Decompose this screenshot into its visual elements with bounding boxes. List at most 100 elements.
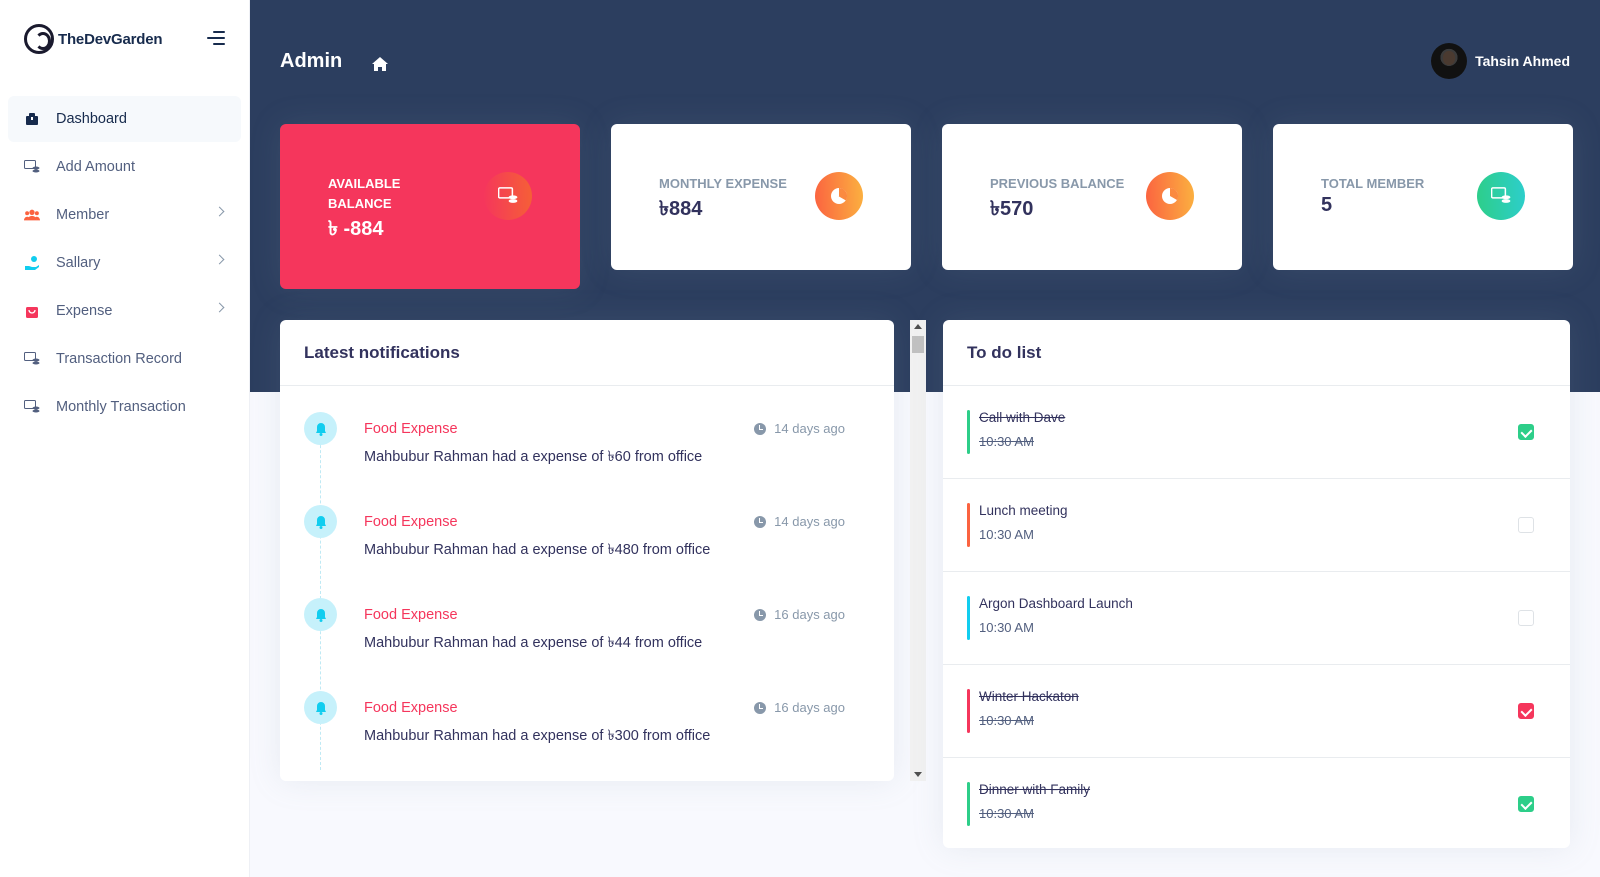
stat-label: PREVIOUS BALANCE (990, 176, 1125, 191)
todo-item: Argon Dashboard Launch 10:30 AM (943, 572, 1570, 665)
todo-item: Call with Dave 10:30 AM (943, 386, 1570, 479)
notification-time: 16 days ago (754, 700, 845, 715)
money-stack-icon (24, 399, 40, 415)
todo-item-title: Argon Dashboard Launch (979, 596, 1133, 611)
sidebar-item-sallary[interactable]: Sallary (8, 240, 241, 286)
sidebar-item-transaction-record[interactable]: Transaction Record (8, 336, 241, 382)
brand-name: TheDevGarden (58, 30, 163, 48)
todo-color-bar (967, 782, 970, 826)
user-menu[interactable]: Tahsin Ahmed (1431, 43, 1570, 79)
notifications-scrollbar[interactable] (910, 320, 926, 781)
dashboard-icon (24, 111, 40, 127)
notification-item[interactable]: Food Expense Mahbubur Rahman had a expen… (280, 584, 894, 677)
avatar (1431, 43, 1468, 79)
notification-item[interactable]: Food Expense Mahbubur Rahman had a expen… (280, 491, 894, 584)
notification-time-text: 14 days ago (774, 514, 845, 529)
bell-icon (304, 598, 337, 631)
shopping-bag-icon (24, 303, 40, 319)
todo-title: To do list (943, 320, 1570, 386)
hand-coin-icon (24, 255, 40, 271)
todo-color-bar (967, 596, 970, 640)
notification-text: Mahbubur Rahman had a expense of ৳480 fr… (364, 542, 711, 558)
notification-time-text: 16 days ago (774, 607, 845, 622)
notification-text: Mahbubur Rahman had a expense of ৳60 fro… (364, 449, 703, 465)
notification-time: 14 days ago (754, 514, 845, 529)
menu-toggle-icon[interactable] (207, 31, 225, 45)
sidebar-item-add-amount[interactable]: Add Amount (8, 144, 241, 190)
notification-text: Mahbubur Rahman had a expense of ৳44 fro… (364, 635, 703, 651)
stat-value: 5 (1321, 194, 1333, 216)
scroll-down-arrow-icon[interactable] (914, 772, 922, 777)
todo-checkbox[interactable] (1518, 796, 1534, 812)
home-icon[interactable] (371, 56, 389, 72)
page-title: Admin (280, 50, 343, 72)
todo-item-title: Winter Hackaton (979, 689, 1079, 704)
todo-panel: To do list Call with Dave 10:30 AM Lunch… (943, 320, 1570, 848)
sidebar-item-label: Dashboard (56, 111, 127, 127)
sidebar-nav: Dashboard Add Amount Member Sallary Expe… (0, 78, 249, 430)
stat-label: AVAILABLE BALANCE (328, 176, 401, 211)
stat-card-monthly-expense: MONTHLY EXPENSE ৳884 (611, 124, 911, 270)
stat-label: MONTHLY EXPENSE (659, 176, 787, 191)
stat-label: TOTAL MEMBER (1321, 176, 1425, 191)
notification-time: 16 days ago (754, 607, 845, 622)
sidebar-item-label: Expense (56, 303, 113, 319)
brand-logo-icon (24, 24, 54, 54)
main-content: Admin Tahsin Ahmed AVAILABLE BALANCE ৳ -… (250, 0, 1600, 877)
pie-chart-icon (1146, 172, 1194, 220)
todo-item-title: Lunch meeting (979, 503, 1068, 518)
todo-checkbox[interactable] (1518, 703, 1534, 719)
sidebar-item-dashboard[interactable]: Dashboard (8, 96, 241, 142)
clock-icon (754, 515, 767, 528)
chevron-right-icon (214, 206, 225, 217)
bell-icon (304, 412, 337, 445)
stat-value: ৳ -884 (328, 218, 384, 240)
stat-value: ৳884 (659, 198, 703, 220)
todo-item: Lunch meeting 10:30 AM (943, 479, 1570, 572)
notifications-panel: Latest notifications Food Expense Mahbub… (280, 320, 894, 781)
todo-color-bar (967, 503, 970, 547)
todo-item-time: 10:30 AM (979, 527, 1034, 542)
sidebar-item-label: Transaction Record (56, 351, 182, 367)
notifications-title: Latest notifications (280, 320, 894, 386)
scroll-up-arrow-icon[interactable] (914, 324, 922, 329)
todo-item: Dinner with Family 10:30 AM (943, 758, 1570, 848)
chevron-right-icon (214, 302, 225, 313)
todo-item-time: 10:30 AM (979, 713, 1034, 728)
clock-icon (754, 701, 767, 714)
todo-item-time: 10:30 AM (979, 806, 1034, 821)
sidebar-item-monthly-transaction[interactable]: Monthly Transaction (8, 384, 241, 430)
sidebar-item-label: Member (56, 207, 110, 223)
todo-checkbox[interactable] (1518, 424, 1534, 440)
notifications-list: Food Expense Mahbubur Rahman had a expen… (280, 386, 894, 770)
sidebar-item-expense[interactable]: Expense (8, 288, 241, 334)
todo-checkbox[interactable] (1518, 610, 1534, 626)
bell-icon (304, 691, 337, 724)
stat-value: ৳570 (990, 198, 1034, 220)
scroll-thumb[interactable] (912, 336, 924, 353)
notification-time-text: 14 days ago (774, 421, 845, 436)
todo-item: Winter Hackaton 10:30 AM (943, 665, 1570, 758)
sidebar-item-member[interactable]: Member (8, 192, 241, 238)
stat-card-previous-balance: PREVIOUS BALANCE ৳570 (942, 124, 1242, 270)
money-stack-icon (24, 159, 40, 175)
todo-color-bar (967, 410, 970, 454)
money-stack-icon (24, 351, 40, 367)
pie-chart-icon (815, 172, 863, 220)
stat-card-total-member: TOTAL MEMBER 5 (1273, 124, 1573, 270)
clock-icon (754, 608, 767, 621)
brand[interactable]: TheDevGarden (0, 0, 249, 78)
todo-item-time: 10:30 AM (979, 434, 1034, 449)
notification-time: 14 days ago (754, 421, 845, 436)
clock-icon (754, 422, 767, 435)
chevron-right-icon (214, 254, 225, 265)
notification-item[interactable]: Food Expense Mahbubur Rahman had a expen… (280, 677, 894, 770)
notification-item[interactable]: Food Expense Mahbubur Rahman had a expen… (280, 398, 894, 491)
sidebar: TheDevGarden Dashboard Add Amount Member… (0, 0, 250, 877)
todo-item-time: 10:30 AM (979, 620, 1034, 635)
todo-item-title: Dinner with Family (979, 782, 1091, 797)
sidebar-item-label: Add Amount (56, 159, 135, 175)
todo-checkbox[interactable] (1518, 517, 1534, 533)
money-stack-icon (1477, 172, 1525, 220)
users-icon (24, 207, 40, 223)
